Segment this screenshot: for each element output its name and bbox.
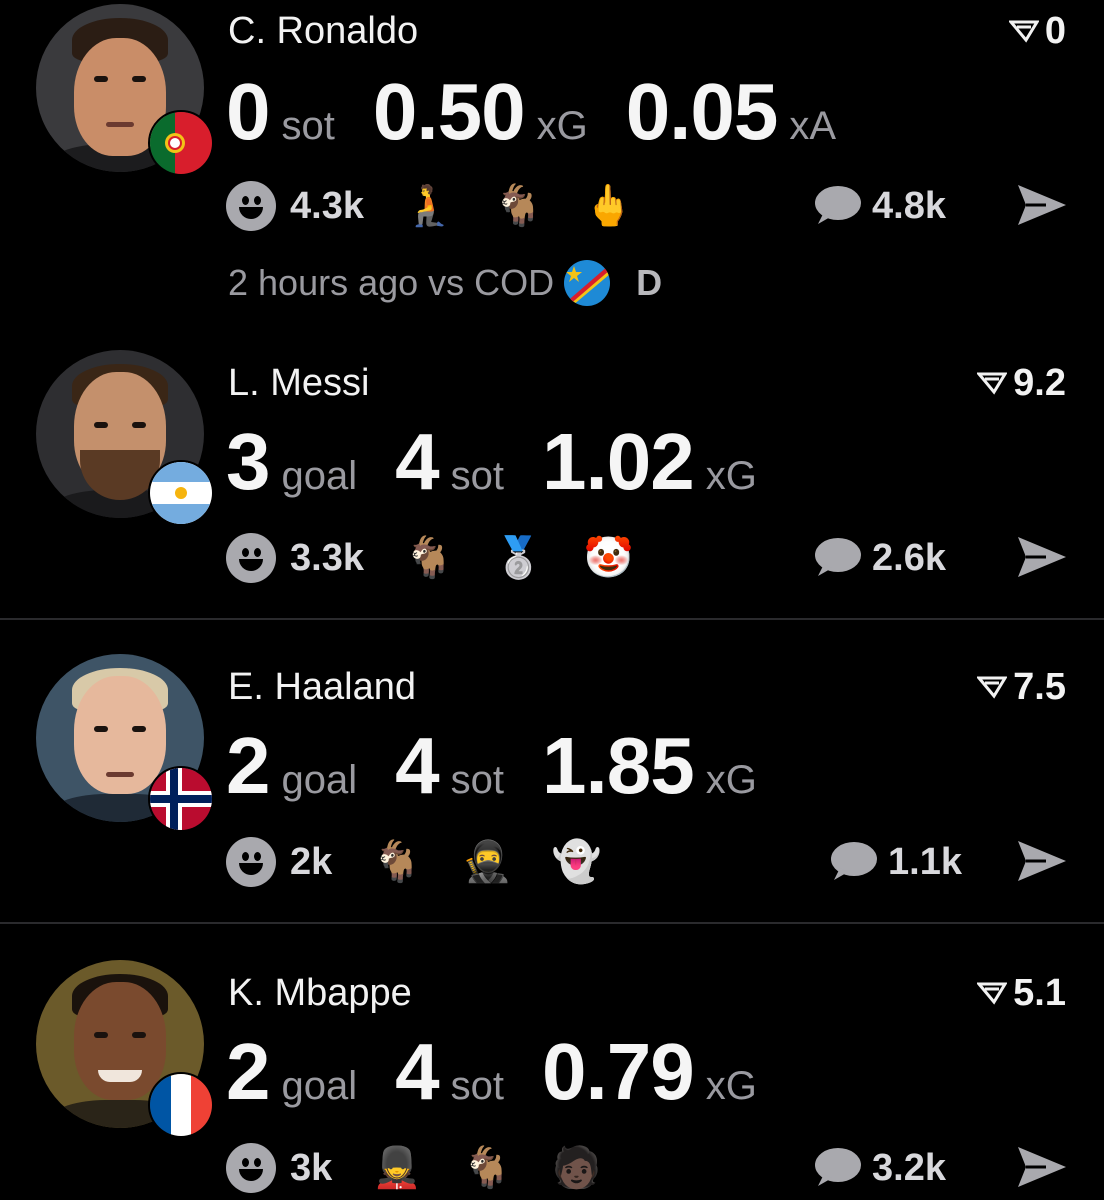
stat-item: 1.02 xG	[541, 417, 757, 506]
stat-item: 2 goal	[226, 721, 358, 810]
player-name: K. Mbappe	[228, 972, 412, 1014]
stat-item: 2 goal	[226, 1027, 358, 1116]
smiley-reaction-icon[interactable]	[226, 533, 276, 583]
reaction-emoji[interactable]: 🧑🏿	[552, 1148, 602, 1188]
player-rating: 7.5	[977, 668, 1066, 706]
stat-item: 0.05 xA	[625, 67, 837, 156]
match-time: 2 hours ago vs COD	[228, 262, 555, 303]
stat-item: 4 sot	[395, 721, 504, 810]
reactions-count: 3.3k	[290, 536, 364, 579]
middle-finger-emoji[interactable]: 🖕	[584, 186, 634, 226]
comment-bubble-icon	[815, 1148, 861, 1186]
player-rating: 0	[1008, 12, 1066, 50]
player-name: L. Messi	[228, 362, 370, 404]
ninja-emoji[interactable]: 🥷	[462, 842, 512, 882]
stat-item: 0.50 xG	[372, 67, 588, 156]
comment-bubble-icon	[815, 186, 861, 224]
rating-icon	[977, 676, 1008, 699]
player-card-ronaldo[interactable]: C. Ronaldo 0 0 sot 0.50 xG 0.05 xA 4.3k 🧎 🐐…	[0, 0, 1104, 330]
player-name: C. Ronaldo	[228, 10, 419, 52]
clown-emoji[interactable]: 🤡	[584, 538, 634, 578]
card-divider	[0, 922, 1104, 924]
reaction-bar: 3.3k 🐐 🥈 🤡	[226, 530, 633, 586]
player-stats: 3 goal 4 sot 1.02 xG	[226, 422, 795, 502]
stat-item: 1.85 xG	[541, 721, 757, 810]
share-send-icon[interactable]	[1016, 1144, 1068, 1190]
dr-congo-flag-icon	[564, 260, 611, 306]
rating-icon	[977, 982, 1008, 1005]
stat-item: 3 goal	[226, 417, 358, 506]
share-send-icon[interactable]	[1016, 182, 1068, 228]
player-card-haaland[interactable]: E. Haaland 7.5 2 goal 4 sot 1.85 xG 2k 🐐 🥷 …	[0, 650, 1104, 920]
card-divider	[0, 618, 1104, 620]
player-card-mbappe[interactable]: K. Mbappe 5.1 2 goal 4 sot 0.79 xG 3k 💂 🐐 🧑…	[0, 956, 1104, 1200]
comments-button[interactable]: 3.2k	[812, 1140, 946, 1196]
reaction-emoji[interactable]: 🧎	[404, 186, 454, 226]
reactions-count: 2k	[290, 840, 333, 883]
smiley-reaction-icon[interactable]	[226, 837, 276, 887]
silver-medal-emoji[interactable]: 🥈	[494, 538, 544, 578]
player-stats: 0 sot 0.50 xG 0.05 xA	[226, 72, 874, 152]
match-result: D	[636, 262, 663, 303]
reaction-emoji[interactable]: 💂	[372, 1148, 422, 1188]
reaction-bar: 3k 💂 🐐 🧑🏿	[226, 1140, 602, 1196]
reaction-bar: 4.3k 🧎 🐐 🖕	[226, 178, 633, 234]
france-flag-icon	[148, 1072, 214, 1138]
ghost-emoji[interactable]: 👻	[552, 842, 602, 882]
stat-item: 4 sot	[395, 1027, 504, 1116]
comments-button[interactable]: 1.1k	[828, 834, 962, 890]
smiley-reaction-icon[interactable]	[226, 1143, 276, 1193]
goat-emoji[interactable]: 🐐	[494, 186, 544, 226]
stat-item: 0.79 xG	[541, 1027, 757, 1116]
comment-bubble-icon	[815, 538, 861, 576]
stat-item: 4 sot	[395, 417, 504, 506]
share-send-icon[interactable]	[1016, 534, 1068, 580]
goat-emoji[interactable]: 🐐	[462, 1148, 512, 1188]
reactions-count: 3k	[290, 1146, 333, 1189]
portugal-flag-icon	[148, 110, 214, 176]
comments-button[interactable]: 2.6k	[812, 530, 946, 586]
smiley-reaction-icon[interactable]	[226, 181, 276, 231]
player-card-messi[interactable]: L. Messi 9.2 3 goal 4 sot 1.02 xG 3.3k 🐐 🥈 …	[0, 340, 1104, 616]
comments-button[interactable]: 4.8k	[812, 178, 946, 234]
rating-icon	[977, 372, 1008, 395]
reaction-bar: 2k 🐐 🥷 👻	[226, 834, 602, 890]
goat-emoji[interactable]: 🐐	[404, 538, 454, 578]
share-send-icon[interactable]	[1016, 838, 1068, 884]
comment-bubble-icon	[831, 842, 877, 880]
player-stats: 2 goal 4 sot 0.79 xG	[226, 1032, 795, 1112]
player-stats: 2 goal 4 sot 1.85 xG	[226, 726, 795, 806]
argentina-flag-icon	[148, 460, 214, 526]
goat-emoji[interactable]: 🐐	[372, 842, 422, 882]
player-rating: 5.1	[977, 974, 1066, 1012]
rating-icon	[1008, 20, 1039, 43]
player-name: E. Haaland	[228, 666, 417, 708]
player-rating: 9.2	[977, 364, 1066, 402]
reactions-count: 4.3k	[290, 184, 364, 227]
match-info[interactable]: 2 hours ago vs COD D	[228, 260, 662, 306]
norway-flag-icon	[148, 766, 214, 832]
stat-item: 0 sot	[226, 67, 335, 156]
